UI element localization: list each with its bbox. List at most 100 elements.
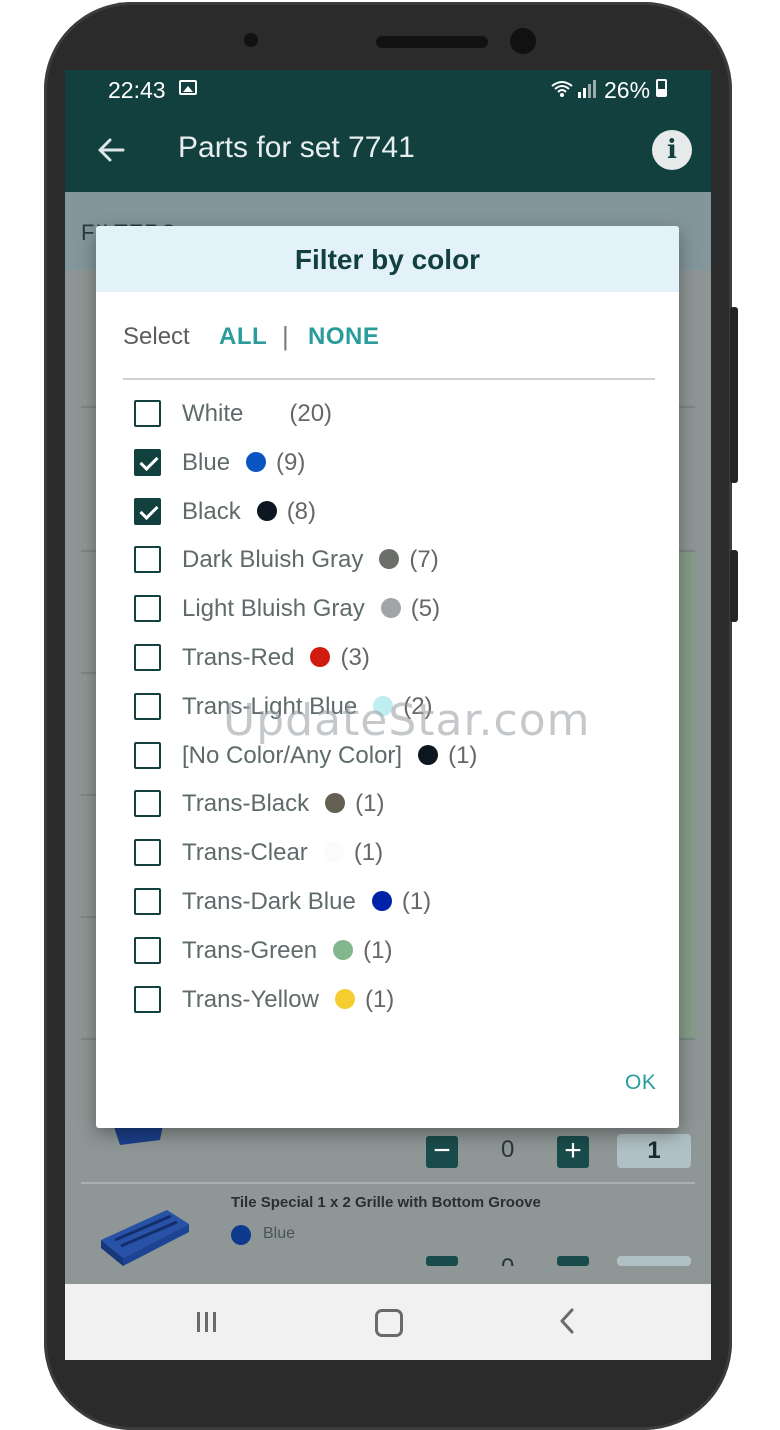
color-checkbox[interactable] <box>134 936 161 964</box>
proximity-sensor <box>244 33 258 47</box>
color-name: Trans-Red <box>182 644 295 671</box>
color-filter-row[interactable]: Trans-Dark Blue (1) <box>96 877 679 925</box>
select-all-button[interactable]: ALL <box>219 323 267 351</box>
quantity-needed-box[interactable]: 1 <box>617 1256 691 1266</box>
color-name: Blue <box>182 448 231 476</box>
front-camera <box>510 28 536 54</box>
color-label: Dark Bluish Gray (7) <box>182 546 439 574</box>
quantity-value: 0 <box>501 1136 515 1163</box>
color-count: (7) <box>409 546 439 574</box>
color-filter-row[interactable]: Trans-Clear (1) <box>96 828 679 876</box>
color-count: (1) <box>401 888 432 915</box>
color-filter-row[interactable]: Light Bluish Gray (5) <box>96 584 679 632</box>
page-title: Parts for set 7741 <box>178 131 415 164</box>
ok-button[interactable]: OK <box>625 1071 656 1095</box>
power-button <box>730 307 738 483</box>
color-label: Trans-Green (1) <box>182 937 393 965</box>
increment-button[interactable] <box>557 1256 589 1266</box>
color-checkbox[interactable] <box>134 741 161 769</box>
status-time: 22:43 <box>108 77 166 103</box>
color-checkbox[interactable] <box>134 400 161 427</box>
color-swatch-icon <box>333 939 354 960</box>
color-name: Trans-Yellow <box>182 985 319 1013</box>
color-swatch-icon <box>323 842 344 863</box>
part-title: Tile Special 1 x 2 Grille with Bottom Gr… <box>231 1194 541 1211</box>
decrement-button[interactable]: − <box>426 1136 458 1168</box>
color-filter-row[interactable]: Blue (9) <box>96 438 679 486</box>
color-label: White (20) <box>182 400 332 428</box>
color-filter-row[interactable]: Dark Bluish Gray (7) <box>96 535 679 583</box>
color-swatch-icon <box>259 403 280 423</box>
color-checkbox[interactable] <box>134 692 161 720</box>
earpiece-speaker <box>376 36 488 48</box>
color-name: Trans-Green <box>182 936 318 964</box>
color-label: Trans-Yellow (1) <box>182 986 394 1014</box>
color-filter-row[interactable]: Trans-Black (1) <box>96 779 679 827</box>
color-checkbox[interactable] <box>134 595 161 623</box>
filter-by-color-dialog: Filter by color Select ALL | NONE White (… <box>96 226 679 1128</box>
color-label: Blue (9) <box>182 449 305 477</box>
select-label: Select <box>123 323 190 350</box>
color-checkbox[interactable] <box>134 448 161 476</box>
back-arrow-icon[interactable] <box>93 132 129 168</box>
color-swatch-icon <box>325 793 346 814</box>
color-swatch-icon <box>371 891 392 911</box>
color-count: (5) <box>410 595 441 623</box>
color-name: Trans-Black <box>182 790 310 818</box>
phone-frame: 22:43 26% Parts for set 7741 i − 0 + 1 T… <box>44 2 738 1430</box>
color-checkbox[interactable] <box>134 839 161 867</box>
status-bar: 22:43 26% <box>65 70 711 110</box>
screen: 22:43 26% Parts for set 7741 i − 0 + 1 T… <box>65 70 711 1360</box>
color-swatch-icon <box>418 744 439 765</box>
part-color-swatch <box>231 1225 251 1245</box>
quantity-value: 0 <box>501 1254 514 1266</box>
info-icon[interactable]: i <box>652 130 692 170</box>
color-filter-row[interactable]: Trans-Green (1) <box>96 926 679 974</box>
color-swatch-icon <box>310 647 331 667</box>
home-icon[interactable] <box>375 1309 403 1337</box>
color-swatch-icon <box>256 500 277 521</box>
volume-button <box>730 550 738 622</box>
nav-back-icon[interactable] <box>559 1308 575 1334</box>
color-filter-row[interactable]: Black (8) <box>96 487 679 535</box>
recents-icon[interactable] <box>195 1310 219 1334</box>
part-thumbnail <box>101 1210 189 1266</box>
dialog-title: Filter by color <box>294 244 481 275</box>
color-checkbox[interactable] <box>134 888 161 915</box>
increment-button[interactable]: + <box>557 1136 589 1168</box>
wifi-signal-icon <box>551 80 596 98</box>
decrement-button[interactable] <box>426 1256 458 1266</box>
color-swatch-icon <box>334 988 355 1009</box>
color-label: Trans-Clear (1) <box>182 839 383 867</box>
image-notification-icon <box>179 80 197 95</box>
color-count: (1) <box>355 790 385 818</box>
color-count: (1) <box>353 839 384 867</box>
part-color-name: Blue <box>263 1225 296 1242</box>
color-label: Trans-Dark Blue (1) <box>182 888 431 916</box>
color-name: White <box>182 400 244 427</box>
color-checkbox[interactable] <box>134 546 161 574</box>
app-toolbar: Parts for set 7741 i <box>65 110 711 192</box>
color-label: Trans-Black (1) <box>182 790 384 818</box>
quantity-needed-box[interactable]: 1 <box>617 1134 691 1168</box>
color-count: (8) <box>286 497 317 525</box>
color-checkbox[interactable] <box>134 985 161 1013</box>
color-name: Dark Bluish Gray <box>182 546 364 574</box>
color-swatch-icon <box>379 549 400 570</box>
color-label: Trans-Red (3) <box>182 644 370 672</box>
color-checkbox[interactable] <box>134 644 161 671</box>
color-filter-row[interactable]: Trans-Yellow (1) <box>96 975 679 1023</box>
color-count: (1) <box>363 936 393 964</box>
list-divider <box>81 1182 695 1184</box>
select-none-button[interactable]: NONE <box>308 323 379 351</box>
color-checkbox[interactable] <box>134 790 161 818</box>
row-highlight <box>677 552 695 1038</box>
color-filter-row[interactable]: Trans-Red (3) <box>96 633 679 681</box>
watermark: UpdateStar.com <box>223 695 591 746</box>
color-name: Black <box>182 497 241 525</box>
color-swatch-icon <box>380 598 401 619</box>
color-filter-row[interactable]: White (20) <box>96 389 679 437</box>
color-checkbox[interactable] <box>134 497 161 525</box>
color-name: Trans-Clear <box>182 839 308 867</box>
select-separator: | <box>282 321 289 351</box>
